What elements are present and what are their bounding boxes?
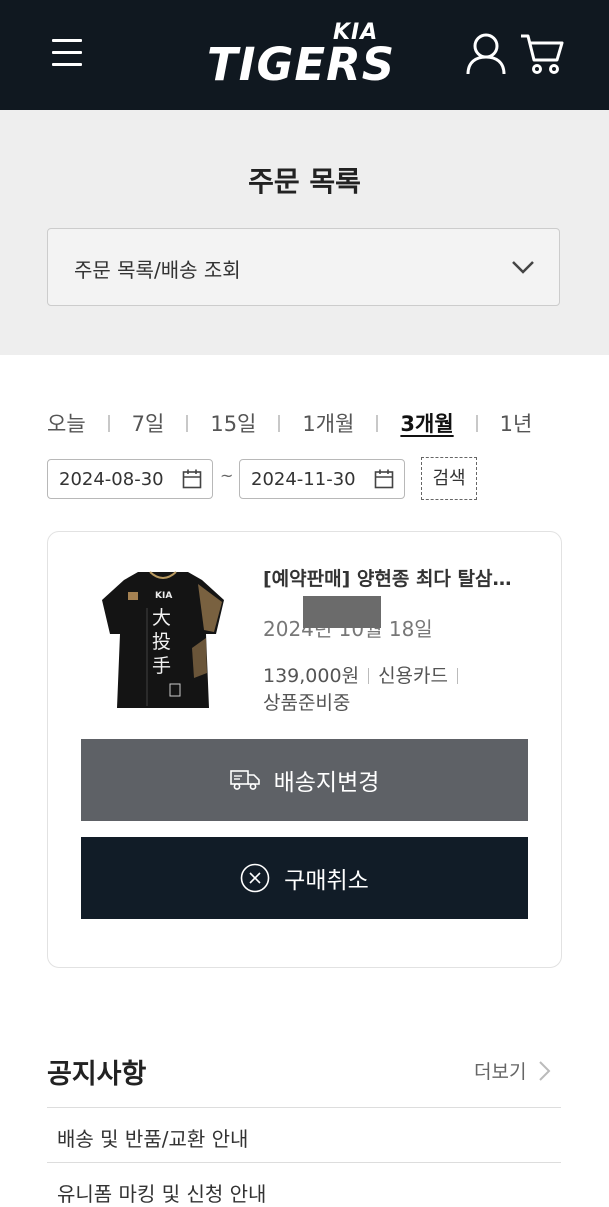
user-icon[interactable] (465, 32, 507, 76)
notice-item[interactable]: 배송 및 반품/교환 안내 (57, 1123, 248, 1152)
svg-text:大: 大 (152, 607, 171, 629)
tab-divider (376, 414, 379, 432)
notice-divider (47, 1107, 561, 1108)
change-address-label: 배송지변경 (273, 770, 380, 796)
end-date-value: 2024-11-30 (251, 469, 356, 490)
order-price: 139,000원 (263, 665, 360, 687)
order-menu-dropdown[interactable]: 주문 목록/배송 조회 (47, 228, 560, 306)
period-tab-1year[interactable]: 1년 (500, 408, 533, 438)
brand-logo[interactable]: KIA TIGERS (205, 20, 397, 91)
notice-item[interactable]: 유니폼 마킹 및 신청 안내 (57, 1178, 266, 1207)
hamburger-menu-icon[interactable] (52, 39, 82, 69)
page-title-section: 주문 목록 주문 목록/배송 조회 (0, 110, 609, 355)
chevron-right-icon[interactable] (537, 1060, 551, 1082)
svg-text:投: 投 (152, 631, 171, 653)
site-header: KIA TIGERS (0, 0, 609, 110)
redaction-box (303, 596, 381, 628)
period-tab-15days[interactable]: 15일 (210, 408, 256, 438)
order-meta: 139,000원 신용카드 (263, 662, 467, 690)
period-tab-today[interactable]: 오늘 (47, 408, 86, 438)
period-filter-tabs: 오늘 7일 15일 1개월 3개월 1년 (47, 405, 532, 441)
delivery-truck-icon (229, 770, 260, 790)
calendar-icon (374, 469, 394, 489)
notice-section-title: 공지사항 (47, 1059, 147, 1090)
product-name-link[interactable]: [예약판매] 양현종 최다 탈삼진 기록 유니폼 (263, 564, 528, 591)
logo-tigers-text: TIGERS (207, 38, 396, 91)
order-status: 상품준비중 (263, 692, 351, 714)
notice-divider (47, 1162, 561, 1163)
dropdown-selected-value: 주문 목록/배송 조회 (74, 258, 241, 282)
chevron-down-icon (512, 261, 534, 274)
cancel-order-label: 구매취소 (284, 868, 369, 894)
calendar-icon (182, 469, 202, 489)
tab-divider (475, 414, 478, 432)
period-tab-3months[interactable]: 3개월 (400, 408, 453, 438)
page-title: 주문 목록 (248, 165, 361, 198)
search-button[interactable]: 검색 (421, 457, 477, 500)
period-tab-7days[interactable]: 7일 (132, 408, 165, 438)
meta-divider (456, 668, 458, 684)
svg-text:手: 手 (152, 655, 171, 677)
cancel-order-button[interactable]: 구매취소 (81, 837, 528, 919)
tab-divider (278, 414, 281, 432)
tab-divider (107, 414, 110, 432)
order-card: KIA 大 投 手 [예약판매] 양현종 최다 탈삼진 기록 유니폼 2024년… (47, 531, 562, 968)
tab-divider (186, 414, 189, 432)
close-circle-icon (240, 863, 270, 893)
jersey-product-image[interactable]: KIA 大 投 手 (98, 568, 228, 718)
start-date-value: 2024-08-30 (59, 469, 164, 490)
date-range-separator: ~ (220, 466, 234, 485)
cart-icon[interactable] (519, 32, 565, 76)
notice-more-link[interactable]: 더보기 (474, 1057, 526, 1084)
end-date-input[interactable]: 2024-11-30 (239, 459, 405, 499)
svg-text:KIA: KIA (155, 591, 172, 601)
payment-method: 신용카드 (378, 665, 448, 687)
meta-divider (368, 668, 370, 684)
change-address-button[interactable]: 배송지변경 (81, 739, 528, 821)
start-date-input[interactable]: 2024-08-30 (47, 459, 213, 499)
period-tab-1month[interactable]: 1개월 (302, 408, 354, 438)
